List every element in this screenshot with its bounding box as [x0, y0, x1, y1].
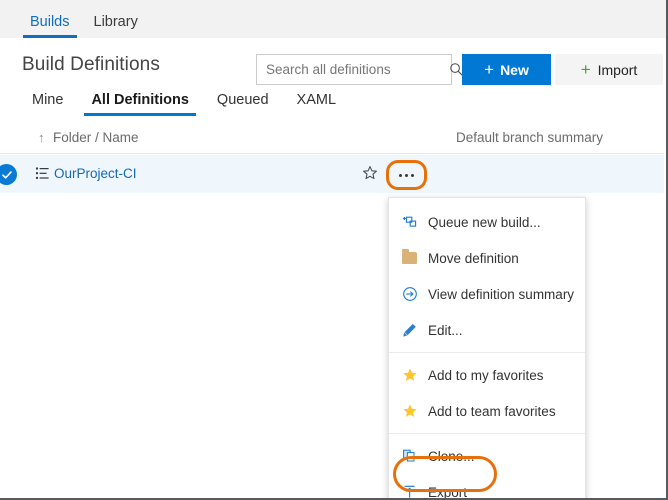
- grid-header: ↑ Folder / Name Default branch summary: [0, 124, 664, 154]
- menu-item-edit[interactable]: Edit...: [389, 312, 585, 348]
- search-box[interactable]: [256, 54, 452, 85]
- export-arrow-up-icon: [402, 484, 428, 500]
- ellipsis-icon[interactable]: [390, 164, 423, 186]
- tab-queued-label: Queued: [217, 92, 269, 108]
- column-header-folder-name[interactable]: Folder / Name: [53, 130, 139, 145]
- folder-icon: [402, 252, 428, 264]
- menu-item-label: Move definition: [428, 251, 519, 266]
- new-button[interactable]: + New: [462, 54, 551, 85]
- page-title: Build Definitions: [22, 54, 160, 76]
- tab-xaml[interactable]: XAML: [283, 93, 351, 116]
- plus-icon: +: [581, 61, 591, 78]
- menu-separator: [389, 433, 585, 434]
- tab-mine-label: Mine: [32, 92, 63, 108]
- tab-xaml-label: XAML: [297, 92, 337, 108]
- definition-name-link[interactable]: OurProject-CI: [54, 166, 137, 181]
- check-circle-icon[interactable]: [0, 164, 17, 185]
- menu-item-export[interactable]: Export: [389, 474, 585, 500]
- menu-item-add-to-team-favorites[interactable]: Add to team favorites: [389, 393, 585, 429]
- hub-tab-builds-label: Builds: [30, 14, 70, 30]
- app-window: Builds Library Build Definitions + New +…: [0, 0, 668, 500]
- sort-ascending-icon: ↑: [38, 130, 45, 145]
- ellipsis-dot: [411, 174, 414, 177]
- star-filled-icon: [402, 367, 428, 383]
- menu-item-label: Export: [428, 485, 467, 500]
- menu-item-clone[interactable]: Clone...: [389, 438, 585, 474]
- hub-tab-library[interactable]: Library: [82, 15, 150, 39]
- menu-item-add-to-my-favorites[interactable]: Add to my favorites: [389, 357, 585, 393]
- ellipsis-dot: [399, 174, 402, 177]
- menu-item-queue-new-build[interactable]: Queue new build...: [389, 204, 585, 240]
- copy-icon: [402, 448, 428, 464]
- menu-item-label: Queue new build...: [428, 215, 541, 230]
- menu-item-label: Add to my favorites: [428, 368, 544, 383]
- tab-mine[interactable]: Mine: [18, 93, 77, 116]
- new-button-label: New: [500, 62, 529, 78]
- menu-separator: [389, 352, 585, 353]
- import-button[interactable]: + Import: [555, 54, 663, 85]
- column-header-default-branch-summary[interactable]: Default branch summary: [456, 130, 603, 145]
- tab-all-definitions[interactable]: All Definitions: [77, 93, 202, 116]
- hub-tab-library-label: Library: [94, 14, 138, 30]
- menu-item-label: View definition summary: [428, 287, 574, 302]
- context-menu: Queue new build... Move definition View …: [388, 197, 586, 500]
- tab-queued[interactable]: Queued: [203, 93, 283, 116]
- menu-item-view-definition-summary[interactable]: View definition summary: [389, 276, 585, 312]
- import-button-label: Import: [598, 62, 638, 78]
- build-definition-icon: [36, 167, 50, 185]
- tab-all-definitions-label: All Definitions: [91, 92, 188, 108]
- pencil-icon: [402, 322, 428, 338]
- menu-item-label: Edit...: [428, 323, 463, 338]
- search-input[interactable]: [257, 55, 449, 84]
- plus-icon: +: [484, 61, 494, 78]
- arrow-circle-right-icon: [402, 286, 428, 302]
- table-row[interactable]: OurProject-CI: [0, 155, 664, 193]
- pivot-tabs: Mine All Definitions Queued XAML: [18, 93, 350, 116]
- ellipsis-dot: [405, 174, 408, 177]
- hub-tab-bar: Builds Library: [0, 0, 668, 38]
- star-filled-icon: [402, 403, 428, 419]
- star-outline-icon[interactable]: [362, 165, 378, 186]
- menu-item-label: Clone...: [428, 449, 475, 464]
- menu-item-move-definition[interactable]: Move definition: [389, 240, 585, 276]
- hub-tab-builds[interactable]: Builds: [18, 15, 82, 39]
- menu-item-label: Add to team favorites: [428, 404, 556, 419]
- queue-build-icon: [402, 215, 428, 230]
